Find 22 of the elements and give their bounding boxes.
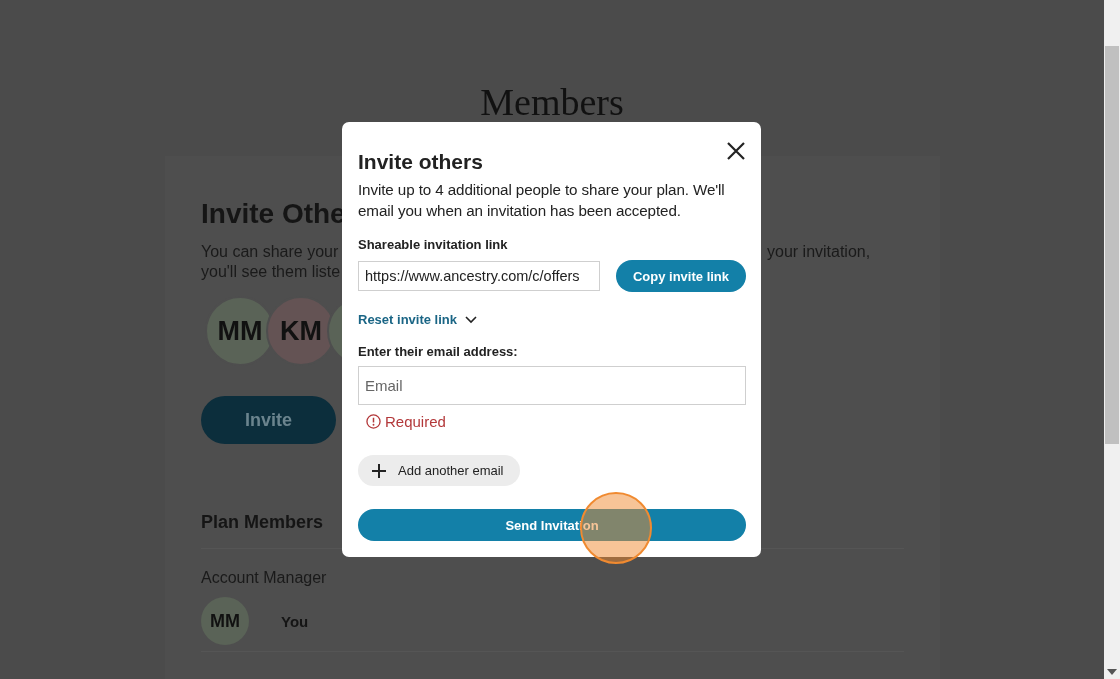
add-email-button[interactable]: Add another email — [358, 455, 520, 486]
link-field[interactable]: https://www.ancestry.com/c/offers — [358, 261, 600, 291]
email-field[interactable]: Email — [358, 366, 746, 405]
page-title: Members — [480, 84, 624, 120]
error-icon — [366, 414, 381, 429]
scroll-down-icon[interactable] — [1107, 669, 1117, 675]
dialog-title: Invite others — [358, 150, 483, 174]
chevron-down-icon — [465, 315, 477, 324]
member-name: You — [281, 612, 309, 630]
section-title: Invite Othe — [201, 197, 346, 231]
error-message: Required — [385, 413, 446, 430]
field-label: Enter their email address: — [358, 344, 519, 359]
plus-icon — [372, 463, 386, 478]
copy-link-button[interactable]: Copy invite link — [616, 260, 746, 292]
close-button[interactable] — [725, 140, 747, 162]
reset-link[interactable]: Reset invite link — [358, 312, 477, 327]
member-avatar: MM — [201, 597, 249, 645]
dialog-description: Invite up to 4 additional people to share your plan. We'll email you when an invitation has been accepted. — [358, 180, 726, 221]
section-title: Plan Members — [201, 511, 324, 534]
invite-button[interactable]: Invite — [201, 396, 336, 444]
field-label: Shareable invitation link — [358, 237, 509, 252]
scrollbar[interactable] — [1104, 0, 1120, 679]
